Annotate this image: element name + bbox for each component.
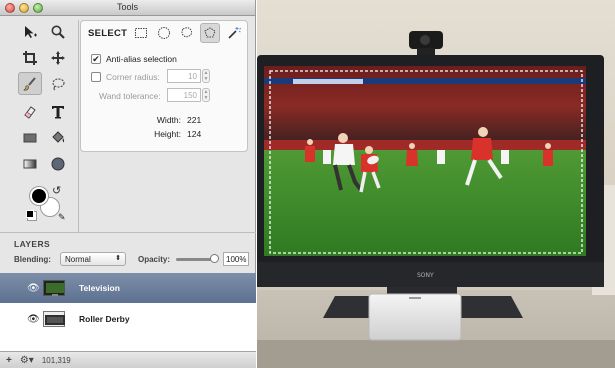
anti-alias-checkbox[interactable]: ✔	[91, 54, 101, 64]
brush-icon[interactable]	[18, 72, 42, 95]
opacity-field[interactable]: 100%	[223, 252, 249, 266]
gear-icon[interactable]: ⚙▾	[20, 355, 34, 366]
corner-radius-field[interactable]: 10	[167, 69, 201, 83]
lasso-icon[interactable]	[46, 72, 70, 95]
corner-radius-label: Corner radius:	[106, 72, 160, 82]
cursor-coordinates: 101,319	[41, 355, 71, 365]
ellipse-icon[interactable]	[46, 152, 70, 175]
color-wells: ↺ ✎	[22, 182, 72, 228]
divider	[78, 20, 79, 232]
eye-icon[interactable]: 👁	[27, 314, 40, 325]
wand-tolerance-label: Wand tolerance:	[99, 91, 161, 101]
photo-canvas[interactable]: SONY	[257, 0, 615, 368]
rectangle-icon[interactable]	[18, 126, 42, 149]
status-bar: + ⚙▾ 101,319	[0, 351, 256, 368]
opacity-label: Opacity:	[138, 255, 171, 264]
text-icon[interactable]	[46, 100, 70, 123]
select-arrows-icon: ⬍	[115, 255, 121, 262]
add-layer-button[interactable]: +	[6, 355, 12, 366]
arrow-move-icon[interactable]	[18, 20, 42, 43]
wand-tolerance-row: Wand tolerance:	[99, 91, 161, 101]
layer-name: Roller Derby	[79, 314, 130, 324]
corner-radius-stepper[interactable]: ▲ ▼	[202, 69, 210, 83]
ellipse-select-icon[interactable]	[154, 23, 174, 43]
blending-select[interactable]: Normal ⬍	[60, 252, 126, 266]
wand-tolerance-field[interactable]: 150	[167, 88, 201, 102]
polygon-select-icon[interactable]	[200, 23, 220, 43]
magic-wand-icon[interactable]	[224, 23, 244, 43]
layer-list: 👁 Television 👁 Roller Derby	[0, 273, 256, 351]
layer-row-television[interactable]: 👁 Television	[0, 273, 256, 303]
anti-alias-label: Anti-alias selection	[106, 54, 177, 64]
wand-tolerance-stepper[interactable]: ▲ ▼	[202, 88, 210, 102]
width-value: 221	[187, 115, 202, 125]
photo-scene: SONY	[257, 0, 615, 368]
reset-colors-icon[interactable]	[26, 210, 34, 218]
tools-palette-window: Tools ↺ ✎ SELECT ✔ Anti-alias selection …	[0, 0, 256, 368]
layer-thumbnail	[43, 311, 65, 327]
magnifier-icon[interactable]	[46, 20, 70, 43]
layer-row-roller-derby[interactable]: 👁 Roller Derby	[0, 304, 256, 334]
layer-name: Television	[79, 283, 120, 293]
title-bar[interactable]: Tools	[0, 0, 255, 16]
crop-icon[interactable]	[18, 46, 42, 69]
rect-select-icon[interactable]	[131, 23, 151, 43]
eyedropper-icon[interactable]: ✎	[58, 212, 66, 223]
eraser-icon[interactable]	[18, 100, 42, 123]
layers-header: LAYERS Blending: Normal ⬍ Opacity: 100%	[0, 232, 256, 272]
pan-icon[interactable]	[46, 46, 70, 69]
layer-thumbnail	[43, 280, 65, 296]
height-label: Height:	[154, 129, 181, 139]
opacity-slider-knob[interactable]	[210, 254, 219, 263]
lasso-select-icon[interactable]	[177, 23, 197, 43]
anti-alias-row[interactable]: ✔ Anti-alias selection	[91, 54, 177, 64]
paint-bucket-icon[interactable]	[46, 126, 70, 149]
select-options-panel: SELECT ✔ Anti-alias selection Corner rad…	[80, 20, 248, 152]
height-value: 124	[187, 129, 202, 139]
tv-brand-label: SONY	[417, 272, 434, 279]
foreground-color-well[interactable]	[30, 187, 48, 205]
corner-radius-checkbox[interactable]	[91, 72, 101, 82]
blending-label: Blending:	[14, 255, 51, 264]
gradient-icon[interactable]	[18, 152, 42, 175]
layers-title: LAYERS	[14, 239, 51, 249]
width-label: Width:	[156, 115, 181, 125]
panel-heading: SELECT	[88, 28, 128, 39]
window-title: Tools	[116, 2, 138, 12]
corner-radius-row: Corner radius:	[91, 72, 160, 82]
eye-icon[interactable]: 👁	[27, 283, 40, 294]
swap-colors-icon[interactable]: ↺	[52, 184, 61, 197]
blending-value: Normal	[65, 255, 91, 264]
